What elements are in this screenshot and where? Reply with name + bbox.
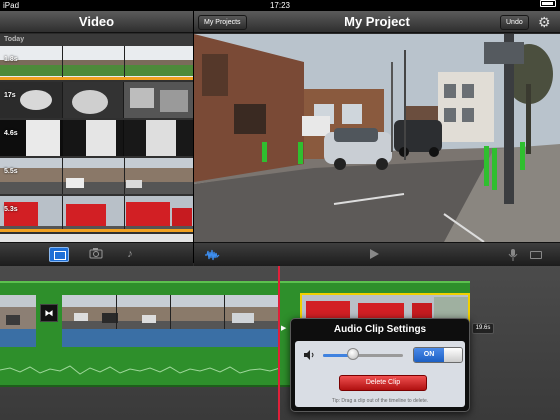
clip-duration: 17s: [4, 92, 16, 99]
timeline[interactable]: ⧓ ▶ 19.6s: [0, 266, 560, 420]
clip-duration: 5.3s: [4, 206, 18, 213]
play-icon[interactable]: [370, 249, 379, 259]
microphone-icon[interactable]: [508, 248, 518, 262]
media-clip-partial[interactable]: [0, 234, 193, 242]
volume-slider-knob[interactable]: [347, 348, 360, 360]
media-clip[interactable]: 1.8s: [0, 46, 193, 80]
clip-duration: 5.5s: [4, 168, 18, 175]
video-tab-icon[interactable]: [49, 247, 69, 262]
my-projects-button[interactable]: My Projects: [198, 15, 247, 30]
undo-button[interactable]: Undo: [500, 15, 529, 30]
media-clip[interactable]: 4.6s: [0, 120, 193, 156]
timeline-clip[interactable]: [62, 295, 278, 329]
media-browser: Today 1.8s 17s 4.6s 5.5s 5.3s: [0, 34, 193, 242]
audio-toggle[interactable]: ON: [413, 347, 463, 363]
clip-thumbnail: [0, 158, 193, 194]
media-clip[interactable]: 5.3s: [0, 196, 193, 232]
viewer-frame: [194, 34, 560, 242]
status-bar: iPad 17:23: [0, 0, 560, 11]
project-header: My Project My Projects Undo ⚙: [194, 11, 560, 33]
clip-thumbnail: [0, 196, 193, 232]
clock: 17:23: [269, 1, 291, 10]
media-browser-title: Video: [0, 11, 193, 33]
video-viewer[interactable]: [194, 34, 560, 242]
delete-clip-button[interactable]: Delete Clip: [339, 375, 427, 391]
media-clip[interactable]: 5.5s: [0, 158, 193, 194]
section-header-today: Today: [0, 34, 193, 46]
clip-used-indicator: [0, 77, 193, 80]
media-clip[interactable]: 17s: [0, 82, 193, 118]
volume-slider[interactable]: [323, 354, 403, 357]
transition-icon[interactable]: ⧓: [40, 304, 58, 322]
clip-audio-strip: [0, 329, 36, 347]
selected-clip-duration-badge: 19.6s: [472, 323, 494, 334]
camera-tab-icon[interactable]: [86, 247, 106, 262]
speaker-icon: [304, 350, 314, 360]
popover-tip: Tip: Drag a clip out of the timeline to …: [331, 398, 429, 404]
battery-icon: [540, 0, 556, 7]
toggle-knob: [444, 348, 462, 362]
audio-clip-settings-popover: Audio Clip Settings ON Delete Clip Tip: …: [290, 318, 470, 412]
clip-audio-strip: [62, 329, 278, 347]
gear-icon[interactable]: ⚙: [538, 13, 551, 31]
clip-thumbnail: [0, 120, 193, 156]
music-tab-icon[interactable]: ♪: [120, 247, 140, 262]
clip-used-indicator: [0, 229, 193, 232]
media-type-tabs: ♪: [0, 242, 193, 266]
clip-duration: 1.8s: [4, 56, 18, 63]
battery-indicator: [540, 0, 556, 7]
clip-duration: 4.6s: [4, 130, 18, 137]
viewer-toolbar: [194, 242, 560, 266]
toggle-on-label: ON: [414, 348, 444, 362]
clip-thumbnail: [0, 82, 193, 118]
timeline-clip[interactable]: [0, 295, 36, 329]
clip-handle-arrow-icon[interactable]: ▶: [281, 324, 286, 332]
camera-record-icon[interactable]: [530, 251, 542, 259]
popover-title: Audio Clip Settings: [333, 324, 427, 335]
playhead[interactable]: [278, 266, 280, 420]
audio-waveform-icon[interactable]: [204, 249, 220, 261]
clip-thumbnail: [0, 46, 193, 80]
popover-panel: ON Delete Clip Tip: Drag a clip out of t…: [295, 341, 465, 407]
